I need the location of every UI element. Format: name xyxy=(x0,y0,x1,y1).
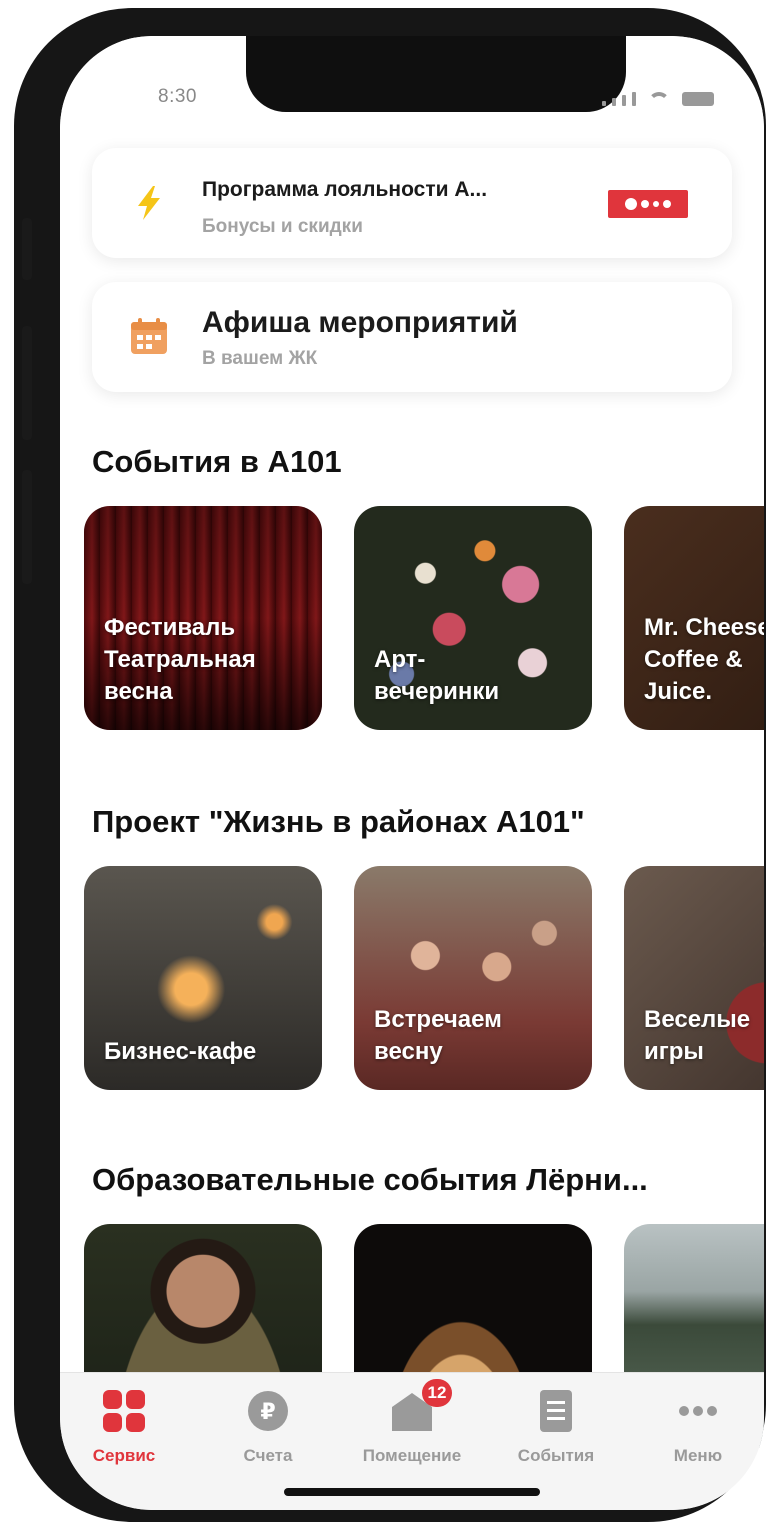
event-tile-spring[interactable]: Встречаем весну xyxy=(354,866,592,1090)
volume-up-button xyxy=(22,326,32,440)
home-indicator[interactable] xyxy=(284,1488,540,1496)
tab-label: Меню xyxy=(673,1446,723,1465)
tile-caption: Фестиваль Театральная весна xyxy=(104,614,256,705)
tab-label: Сервис xyxy=(92,1446,156,1465)
main-content: Программа лояльности А... Бонусы и скидк… xyxy=(60,132,764,1448)
tile-caption: Встречаем весну xyxy=(374,1006,502,1065)
section-title-a101-events: События в А101 xyxy=(92,444,342,479)
tab-events[interactable]: События xyxy=(496,1389,616,1466)
section-title-education: Образовательные события Лёрни... xyxy=(92,1162,648,1197)
wifi-icon xyxy=(648,92,670,106)
event-tile-business-cafe[interactable]: Бизнес-кафе xyxy=(84,866,322,1090)
tab-label: Помещение xyxy=(362,1446,462,1465)
status-time: 8:30 xyxy=(158,86,197,107)
tab-service[interactable]: Сервис xyxy=(64,1389,184,1466)
tab-label: События xyxy=(517,1446,595,1465)
phone-frame: 8:30 Программа лояльности А... Бонусы и … xyxy=(14,8,766,1522)
events-poster-card[interactable]: Афиша мероприятий В вашем ЖК xyxy=(92,282,732,392)
tile-caption: Веселые игры xyxy=(644,1006,751,1065)
battery-icon xyxy=(682,92,714,106)
tab-menu[interactable]: Меню xyxy=(638,1389,758,1466)
grid-icon xyxy=(103,1390,145,1432)
svg-text:₽: ₽ xyxy=(260,1400,275,1425)
event-tile-art-parties[interactable]: Арт- вечеринки xyxy=(354,506,592,730)
list-icon xyxy=(540,1390,572,1432)
event-tile-games[interactable]: Веселые игры xyxy=(624,866,764,1090)
ruble-icon: ₽ xyxy=(248,1391,288,1431)
signal-icon xyxy=(602,101,606,106)
tile-caption: Бизнес-кафе xyxy=(104,1038,257,1065)
mute-switch xyxy=(22,218,32,280)
notification-badge: 12 xyxy=(422,1379,452,1407)
more-icon xyxy=(679,1406,717,1416)
event-tile-theatre-festival[interactable]: Фестиваль Театральная весна xyxy=(84,506,322,730)
lightning-icon xyxy=(138,186,160,220)
screen: 8:30 Программа лояльности А... Бонусы и … xyxy=(60,36,764,1510)
loyalty-program-card[interactable]: Программа лояльности А... Бонусы и скидк… xyxy=(92,148,732,258)
events-card-subtitle: В вашем ЖК xyxy=(202,348,318,369)
calendar-icon xyxy=(131,318,167,354)
event-tile-coffee[interactable]: Mr. Cheese Coffee & Juice. xyxy=(624,506,764,730)
tile-caption: Арт- вечеринки xyxy=(374,646,500,705)
signal-icon xyxy=(612,98,616,106)
loyalty-card-title: Программа лояльности А... xyxy=(202,178,488,201)
signal-icon xyxy=(622,95,626,106)
volume-down-button xyxy=(22,470,32,584)
system-icons xyxy=(602,92,714,106)
tab-accounts[interactable]: ₽ Счета xyxy=(208,1389,328,1466)
project-carousel[interactable]: Бизнес-кафе Встречаем весну Веселые игры xyxy=(84,866,764,1090)
partner-logo xyxy=(608,190,688,218)
status-bar: 8:30 xyxy=(60,36,764,132)
tile-caption: Mr. Cheese Coffee & Juice. xyxy=(644,614,764,705)
signal-icon xyxy=(632,92,636,106)
loyalty-card-subtitle: Бонусы и скидки xyxy=(202,216,363,237)
tab-label: Счета xyxy=(243,1446,293,1465)
tab-premises[interactable]: 12 Помещение xyxy=(352,1379,472,1466)
events-carousel[interactable]: Фестиваль Театральная весна Арт- вечерин… xyxy=(84,506,764,730)
events-card-title: Афиша мероприятий xyxy=(202,306,518,339)
notch xyxy=(246,36,626,112)
section-title-life-project: Проект "Жизнь в районах А101" xyxy=(92,804,585,839)
